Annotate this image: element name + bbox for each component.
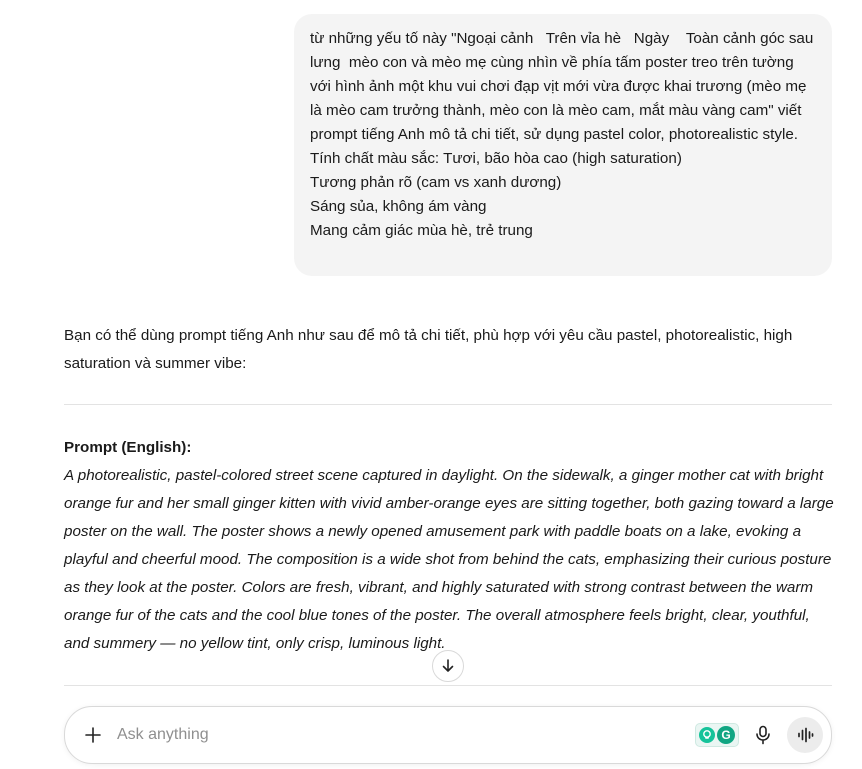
user-message-line: Sáng sủa, không ám vàng xyxy=(310,198,487,215)
composer: G xyxy=(64,706,832,764)
chat-page: từ những yếu tố này "Ngoại cảnh Trên vỉa… xyxy=(0,0,862,769)
voice-mode-icon xyxy=(798,727,814,743)
user-message-bubble: từ những yếu tố này "Ngoại cảnh Trên vỉa… xyxy=(294,14,832,276)
user-message-paragraph: từ những yếu tố này "Ngoại cảnh Trên vỉa… xyxy=(310,30,818,143)
assistant-intro-text: Bạn có thể dùng prompt tiếng Anh như sau… xyxy=(64,327,793,372)
plus-icon xyxy=(85,727,101,743)
prompt-input[interactable] xyxy=(117,724,677,746)
voice-mode-button[interactable] xyxy=(787,717,823,753)
grammarly-widget[interactable]: G xyxy=(695,723,739,747)
divider xyxy=(64,685,832,686)
user-message-line: Tương phản rõ (cam vs xanh dương) xyxy=(310,174,562,191)
microphone-icon xyxy=(756,725,770,745)
user-message-line: Mang cảm giác mùa hè, trẻ trung xyxy=(310,222,533,239)
scroll-down-button[interactable] xyxy=(432,650,464,682)
user-message-line: Tính chất màu sắc: Tươi, bão hòa cao (hi… xyxy=(310,150,682,167)
grammarly-icon xyxy=(699,727,715,743)
divider xyxy=(64,404,832,405)
dictate-button[interactable] xyxy=(749,721,777,749)
prompt-heading: Prompt (English): xyxy=(64,439,192,456)
grammarly-badge: G xyxy=(717,726,735,744)
arrow-down-icon xyxy=(442,659,454,672)
prompt-body: A photorealistic, pastel-colored street … xyxy=(64,467,834,652)
add-attachment-button[interactable] xyxy=(79,721,107,749)
